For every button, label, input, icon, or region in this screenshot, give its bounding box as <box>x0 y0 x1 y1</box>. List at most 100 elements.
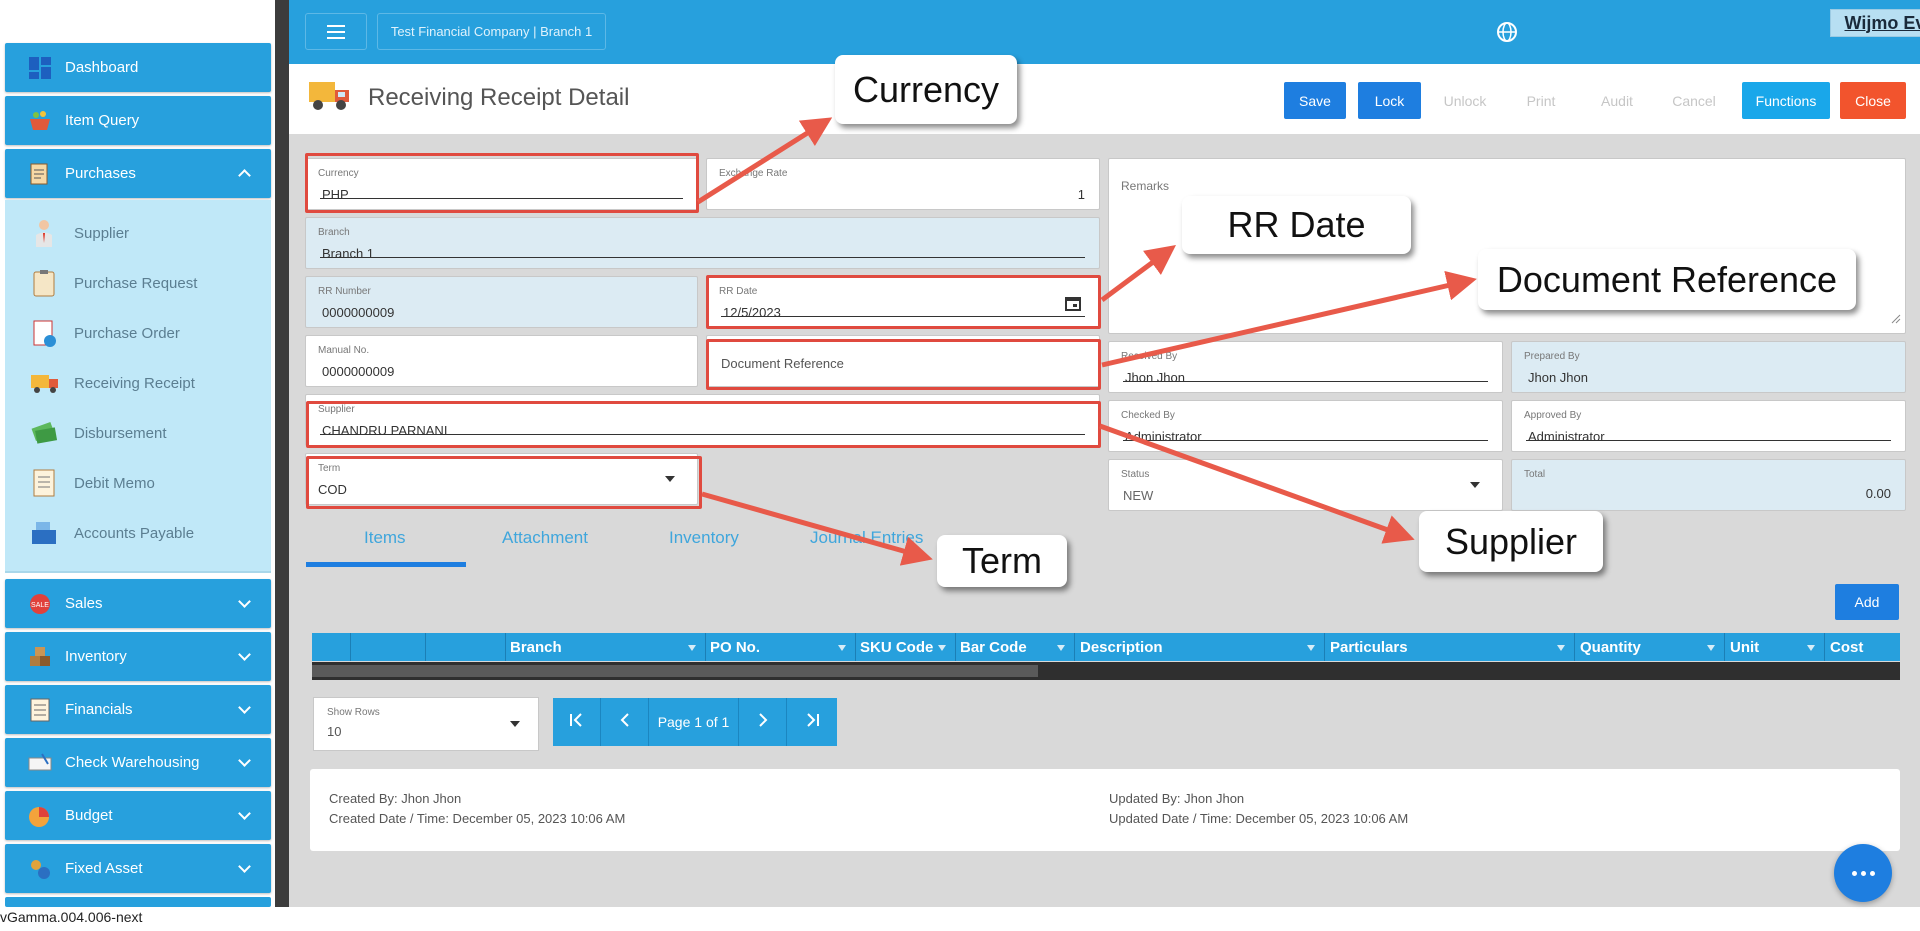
filter-icon[interactable] <box>688 645 696 651</box>
sidebar-item-dashboard[interactable]: Dashboard <box>5 43 271 92</box>
exchange-rate-field[interactable]: Exchange Rate 1 <box>706 158 1100 210</box>
filter-icon[interactable] <box>938 645 946 651</box>
sidebar-item-item-query[interactable]: Item Query <box>5 96 271 145</box>
grid-horizontal-scrollbar[interactable] <box>312 662 1900 680</box>
prepared-by-field: Prepared By Jhon Jhon <box>1511 341 1906 393</box>
calendar-icon[interactable] <box>1065 295 1081 316</box>
rr-date-field[interactable]: RR Date 12/5/2023 <box>706 276 1100 328</box>
sidebar-item-purchases[interactable]: Purchases <box>5 149 271 198</box>
supplier-value[interactable]: CHANDRU PARNANI <box>322 423 447 438</box>
sidebar-item-label: Purchases <box>65 165 136 182</box>
checked-by-field[interactable]: Checked By Administrator <box>1108 400 1503 452</box>
sub-item-label: Disbursement <box>74 424 167 442</box>
print-button[interactable]: Print <box>1511 82 1571 119</box>
sidebar-item-check-warehousing[interactable]: Check Warehousing <box>5 738 271 787</box>
approved-by-field[interactable]: Approved By Administrator <box>1511 400 1906 452</box>
previous-page-button[interactable] <box>601 698 649 746</box>
sidebar-scrollbar[interactable] <box>275 0 289 907</box>
tab-journal-entries[interactable]: Journal Entries <box>810 528 923 548</box>
sidebar-item-financials[interactable]: Financials <box>5 685 271 734</box>
menu-toggle-button[interactable] <box>305 13 367 50</box>
column-header-branch[interactable]: Branch <box>510 639 562 656</box>
wijmo-evaluation-banner[interactable]: Wijmo Evaluation Version (5.20202.699) <box>1830 9 1920 37</box>
dot <box>1860 870 1866 876</box>
sidebar-item-more[interactable] <box>5 897 271 907</box>
term-select[interactable]: Term COD <box>305 453 698 505</box>
cancel-button[interactable]: Cancel <box>1661 82 1727 119</box>
document-reference-placeholder[interactable]: Document Reference <box>721 356 844 371</box>
branch-value[interactable]: Branch 1 <box>322 246 374 261</box>
column-header-po-no[interactable]: PO No. <box>710 639 760 656</box>
unlock-button[interactable]: Unlock <box>1433 82 1497 119</box>
sidebar-item-supplier[interactable]: Supplier <box>5 213 271 253</box>
scrollbar-thumb[interactable] <box>312 665 1038 677</box>
audit-button[interactable]: Audit <box>1585 82 1649 119</box>
filter-icon[interactable] <box>1307 645 1315 651</box>
sidebar-item-purchase-request[interactable]: Purchase Request <box>5 263 271 303</box>
currency-label: Currency <box>318 168 359 179</box>
sidebar-item-inventory[interactable]: Inventory <box>5 632 271 681</box>
sidebar-item-fixed-asset[interactable]: Fixed Asset <box>5 844 271 893</box>
lock-button[interactable]: Lock <box>1358 82 1421 119</box>
tab-items[interactable]: Items <box>364 528 406 548</box>
sidebar-item-disbursement[interactable]: Disbursement <box>5 413 271 453</box>
status-select[interactable]: Status NEW <box>1108 459 1503 511</box>
received-by-field[interactable]: Received By Jhon Jhon <box>1108 341 1503 393</box>
close-button[interactable]: Close <box>1840 82 1906 119</box>
next-page-button[interactable] <box>739 698 787 746</box>
last-page-button[interactable] <box>787 698 837 746</box>
status-value[interactable]: NEW <box>1123 488 1153 503</box>
tab-attachment[interactable]: Attachment <box>502 528 588 548</box>
approved-by-value[interactable]: Administrator <box>1528 429 1605 444</box>
checked-by-value[interactable]: Administrator <box>1125 429 1202 444</box>
manual-no-value[interactable]: 0000000009 <box>322 364 394 379</box>
exchange-rate-value[interactable]: 1 <box>1078 187 1085 202</box>
column-header-description[interactable]: Description <box>1080 639 1163 656</box>
column-header-unit[interactable]: Unit <box>1730 639 1759 656</box>
more-actions-button[interactable] <box>1834 844 1892 902</box>
branch-field[interactable]: Branch Branch 1 <box>305 217 1100 269</box>
filter-icon[interactable] <box>1807 645 1815 651</box>
term-value[interactable]: COD <box>318 482 347 497</box>
company-branch-label[interactable]: Test Financial Company | Branch 1 <box>377 13 606 50</box>
filter-icon[interactable] <box>1707 645 1715 651</box>
branch-label: Branch <box>318 227 350 238</box>
tab-inventory[interactable]: Inventory <box>669 528 739 548</box>
received-by-value[interactable]: Jhon Jhon <box>1125 370 1185 385</box>
field-underline <box>320 198 683 199</box>
functions-button[interactable]: Functions <box>1742 82 1830 119</box>
resize-handle-icon[interactable] <box>1891 311 1901 329</box>
sidebar-item-purchase-order[interactable]: Purchase Order <box>5 313 271 353</box>
sidebar-item-receiving-receipt[interactable]: Receiving Receipt <box>5 363 271 403</box>
show-rows-value[interactable]: 10 <box>327 724 341 739</box>
page-header: Receiving Receipt Detail Save Lock Unloc… <box>289 64 1920 134</box>
filter-icon[interactable] <box>838 645 846 651</box>
add-item-button[interactable]: Add <box>1835 584 1899 620</box>
sidebar-item-accounts-payable[interactable]: Accounts Payable <box>5 513 271 553</box>
manual-no-field[interactable]: Manual No. 0000000009 <box>305 335 698 387</box>
filter-icon[interactable] <box>1057 645 1065 651</box>
sidebar-item-debit-memo[interactable]: Debit Memo <box>5 463 271 503</box>
show-rows-select[interactable]: Show Rows 10 <box>313 697 539 751</box>
rr-number-value: 0000000009 <box>322 305 395 320</box>
document-reference-field[interactable]: Document Reference <box>706 335 1100 387</box>
sidebar-item-budget[interactable]: Budget <box>5 791 271 840</box>
filter-icon[interactable] <box>1557 645 1565 651</box>
column-header-cost[interactable]: Cost <box>1830 639 1863 656</box>
first-page-button[interactable] <box>553 698 601 746</box>
globe-icon[interactable] <box>1496 21 1518 48</box>
rr-date-value[interactable]: 12/5/2023 <box>723 305 781 320</box>
column-header-particulars[interactable]: Particulars <box>1330 639 1408 656</box>
column-header-quantity[interactable]: Quantity <box>1580 639 1641 656</box>
column-header-sku-code[interactable]: SKU Code <box>860 639 933 656</box>
supplier-field[interactable]: Supplier CHANDRU PARNANI <box>305 394 1100 446</box>
save-button[interactable]: Save <box>1284 82 1346 119</box>
caret-down-icon[interactable] <box>510 721 520 727</box>
currency-field[interactable]: Currency PHP <box>305 158 698 210</box>
page-indicator: Page 1 of 1 <box>649 698 739 746</box>
column-header-bar-code[interactable]: Bar Code <box>960 639 1027 656</box>
sidebar-item-sales[interactable]: SALE Sales <box>5 579 271 628</box>
caret-down-icon[interactable] <box>665 476 675 482</box>
caret-down-icon[interactable] <box>1470 482 1480 488</box>
currency-value[interactable]: PHP <box>322 187 349 202</box>
